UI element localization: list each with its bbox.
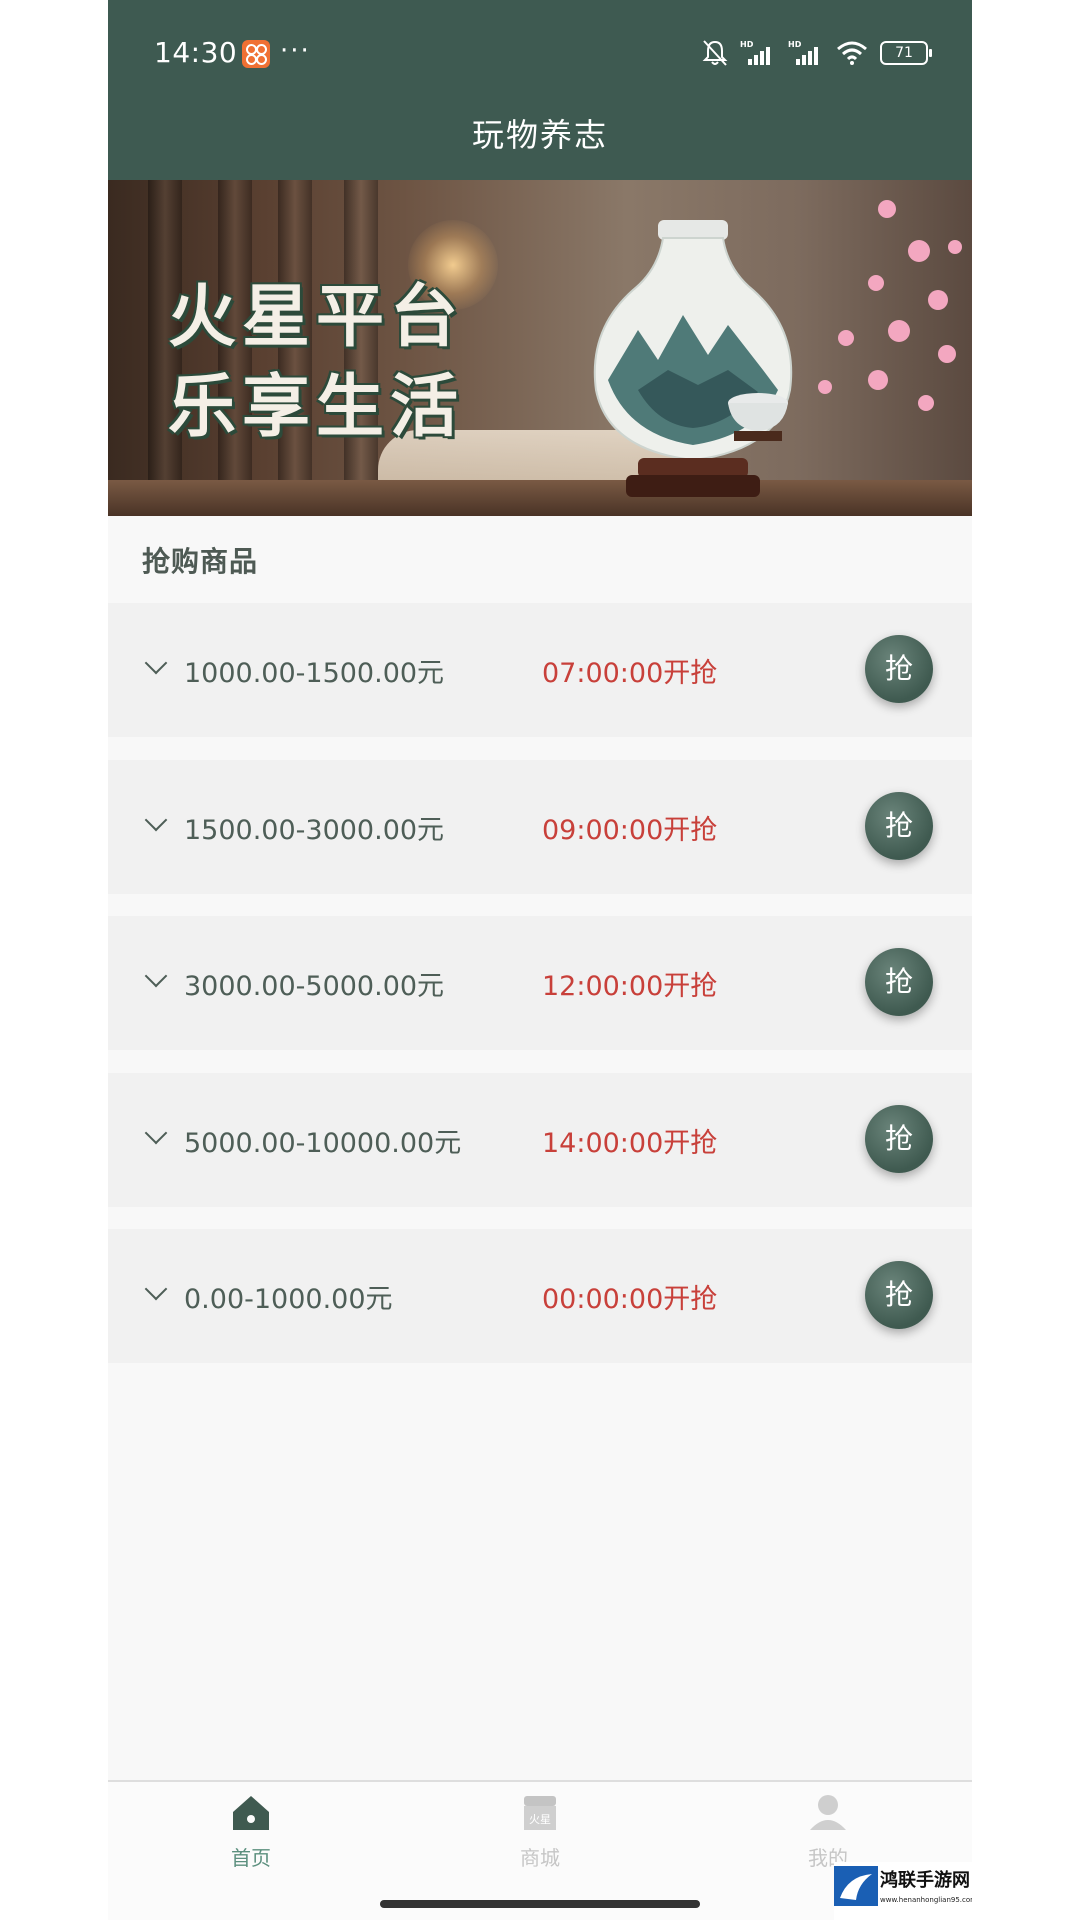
grab-button[interactable]: 抢 [865, 948, 933, 1016]
hd-label-2: HD [788, 40, 802, 49]
start-time: 09:00:00开抢 [542, 815, 718, 846]
price-range: 3000.00-5000.00元 [184, 971, 445, 1002]
vase-illustration [593, 220, 793, 497]
chevron-down-icon[interactable] [144, 1277, 168, 1301]
tab-home-label: 首页 [231, 1846, 271, 1870]
store-icon-text: 火星 [529, 1813, 551, 1826]
chevron-down-icon[interactable] [144, 964, 168, 988]
section-title: 抢购商品 [142, 545, 259, 578]
banner-image[interactable]: 火星平台 乐享生活 [108, 180, 972, 516]
watermark-logo [834, 1866, 878, 1906]
notification-app-icon [242, 40, 270, 68]
teacup-illustration [728, 393, 788, 441]
grab-button[interactable]: 抢 [865, 1105, 933, 1173]
home-icon [233, 1796, 269, 1830]
grab-button[interactable]: 抢 [865, 635, 933, 703]
tab-store[interactable]: 火星 商城 [470, 1792, 610, 1871]
list-item[interactable]: 3000.00-5000.00元 12:00:00开抢 抢 [108, 916, 972, 1050]
watermark: 鸿联手游网 www.henanhonglian95.com [834, 1862, 972, 1920]
status-icons: HD HD 71 [702, 38, 932, 68]
tab-profile[interactable]: 我的 [758, 1792, 898, 1871]
page-title: 玩物养志 [471, 116, 608, 154]
grab-button[interactable]: 抢 [865, 1261, 933, 1329]
price-range: 5000.00-10000.00元 [184, 1128, 462, 1159]
signal-2-icon: HD [788, 40, 818, 65]
chevron-down-icon[interactable] [144, 808, 168, 832]
store-icon: 火星 [524, 1796, 556, 1830]
banner-line-2: 乐享生活 [168, 367, 465, 447]
price-range: 1500.00-3000.00元 [184, 815, 445, 846]
user-icon [810, 1795, 846, 1830]
tab-home[interactable]: 首页 [181, 1792, 321, 1871]
price-range: 0.00-1000.00元 [184, 1284, 393, 1315]
list-item[interactable]: 1000.00-1500.00元 07:00:00开抢 抢 [108, 603, 972, 737]
tab-store-label: 商城 [520, 1846, 560, 1870]
mute-bell-icon [702, 40, 728, 66]
start-time: 12:00:00开抢 [542, 971, 718, 1002]
start-time: 07:00:00开抢 [542, 658, 718, 689]
app-header: 14:30 ··· HD HD 71 玩物养志 [108, 0, 972, 180]
hd-label-1: HD [740, 40, 754, 49]
start-time: 00:00:00开抢 [542, 1284, 718, 1315]
watermark-url: www.henanhonglian95.com [880, 1896, 972, 1904]
wifi-icon [837, 41, 867, 65]
grab-button[interactable]: 抢 [865, 792, 933, 860]
price-range: 1000.00-1500.00元 [184, 658, 445, 689]
start-time: 14:00:00开抢 [542, 1128, 718, 1159]
list-item[interactable]: 0.00-1000.00元 00:00:00开抢 抢 [108, 1229, 972, 1363]
list-item[interactable]: 1500.00-3000.00元 09:00:00开抢 抢 [108, 760, 972, 894]
banner-line-1: 火星平台 [168, 277, 465, 357]
battery-icon: 71 [880, 41, 932, 65]
home-indicator[interactable] [380, 1900, 700, 1908]
signal-1-icon: HD [740, 40, 770, 65]
banner-slogan: 火星平台 乐享生活 [168, 272, 464, 452]
status-time: 14:30 [154, 36, 238, 69]
chevron-down-icon[interactable] [144, 651, 168, 675]
more-notifications-icon: ··· [280, 36, 311, 66]
list-item[interactable]: 5000.00-10000.00元 14:00:00开抢 抢 [108, 1073, 972, 1207]
watermark-name: 鸿联手游网 [880, 1870, 970, 1891]
chevron-down-icon[interactable] [144, 1121, 168, 1145]
app-screen: 14:30 ··· HD HD 71 玩物养志 火星平台 乐享生活 抢购商品 1… [108, 0, 972, 1920]
